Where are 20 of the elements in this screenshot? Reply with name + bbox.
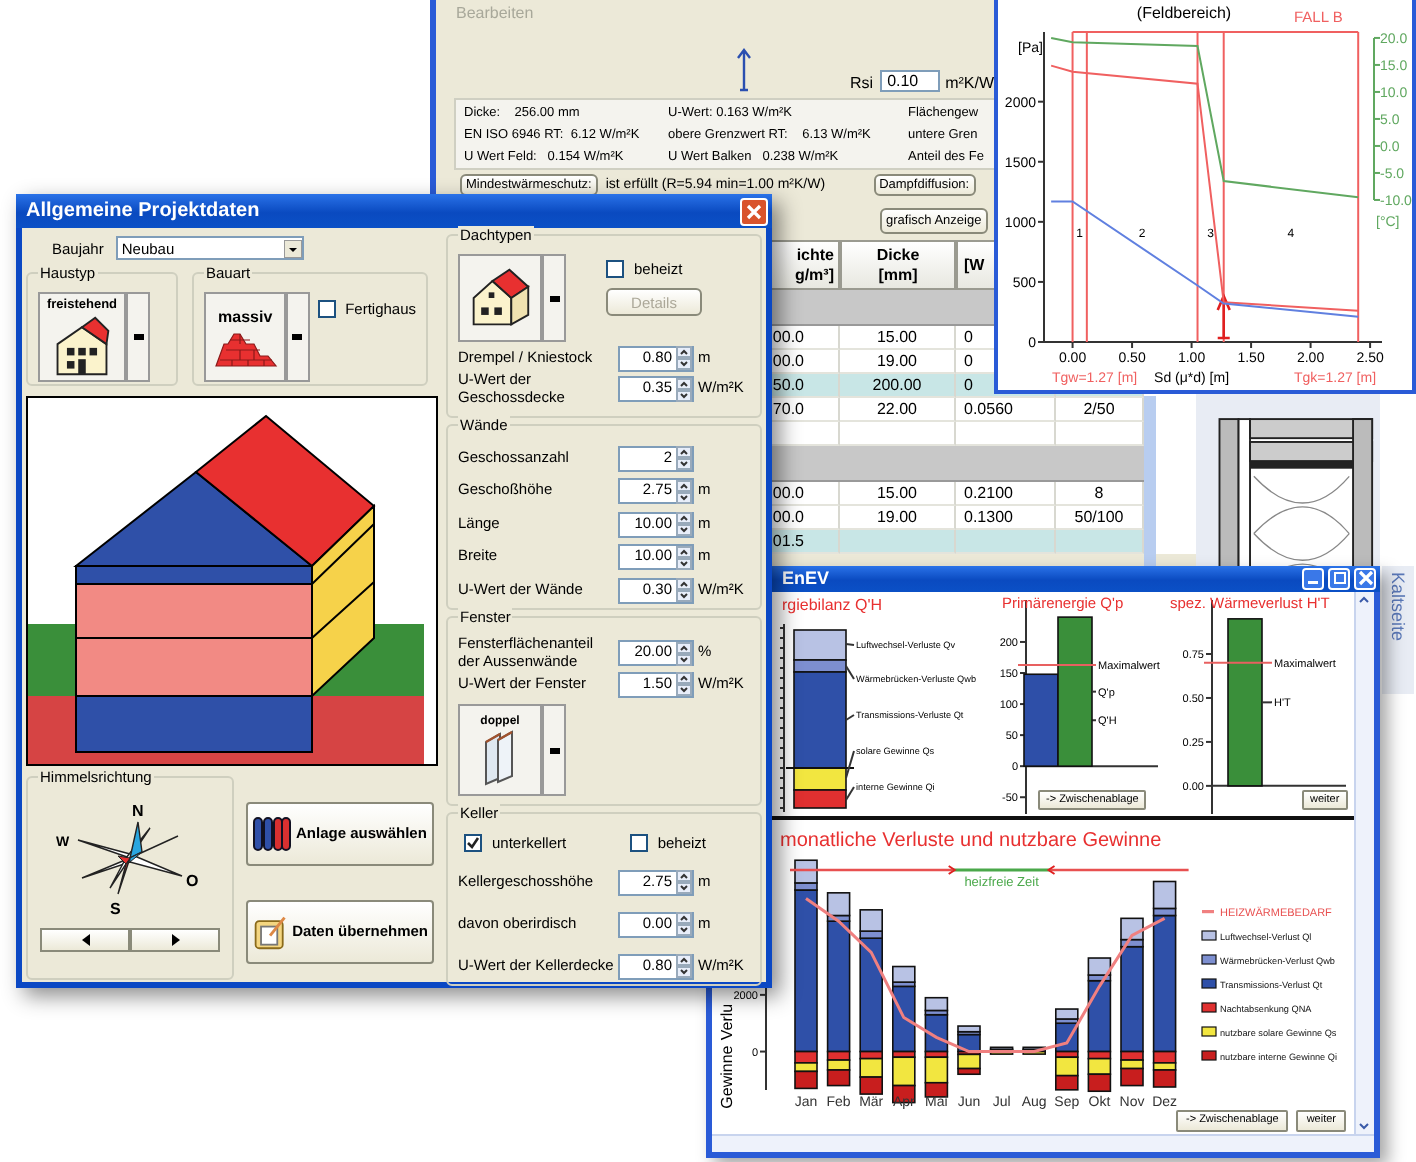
axis-label: Gewinne [718, 1045, 736, 1109]
axis-label: Verlu [718, 1003, 736, 1040]
compass-label: S [110, 900, 121, 918]
window-title: Allgemeine Projektdaten [26, 200, 260, 222]
compass-label: N [132, 802, 144, 820]
column-header: Dicke [mm] [840, 240, 956, 290]
chart-title: rgiebilanz Q'H [782, 595, 882, 614]
table-cell: 15.00 [840, 482, 956, 506]
chart-title: monatliche Verluste und nutzbare Gewinne [780, 829, 1162, 852]
side-label: Kaltseite [1388, 572, 1408, 642]
field-label: Rsi [850, 74, 874, 92]
table-cell: 0.2100 [956, 482, 1056, 506]
table-cell: 200.00 [840, 374, 956, 398]
window-title: EnEV [782, 568, 830, 589]
unit-label: m²K/W [945, 74, 994, 92]
compass-label: O [186, 872, 199, 890]
table-cell: 15.00 [840, 326, 956, 350]
table-cell: 22.00 [840, 398, 956, 422]
chart-title: (Feldbereich) [1136, 4, 1232, 22]
table-cell: 0.0560 [956, 398, 1056, 422]
